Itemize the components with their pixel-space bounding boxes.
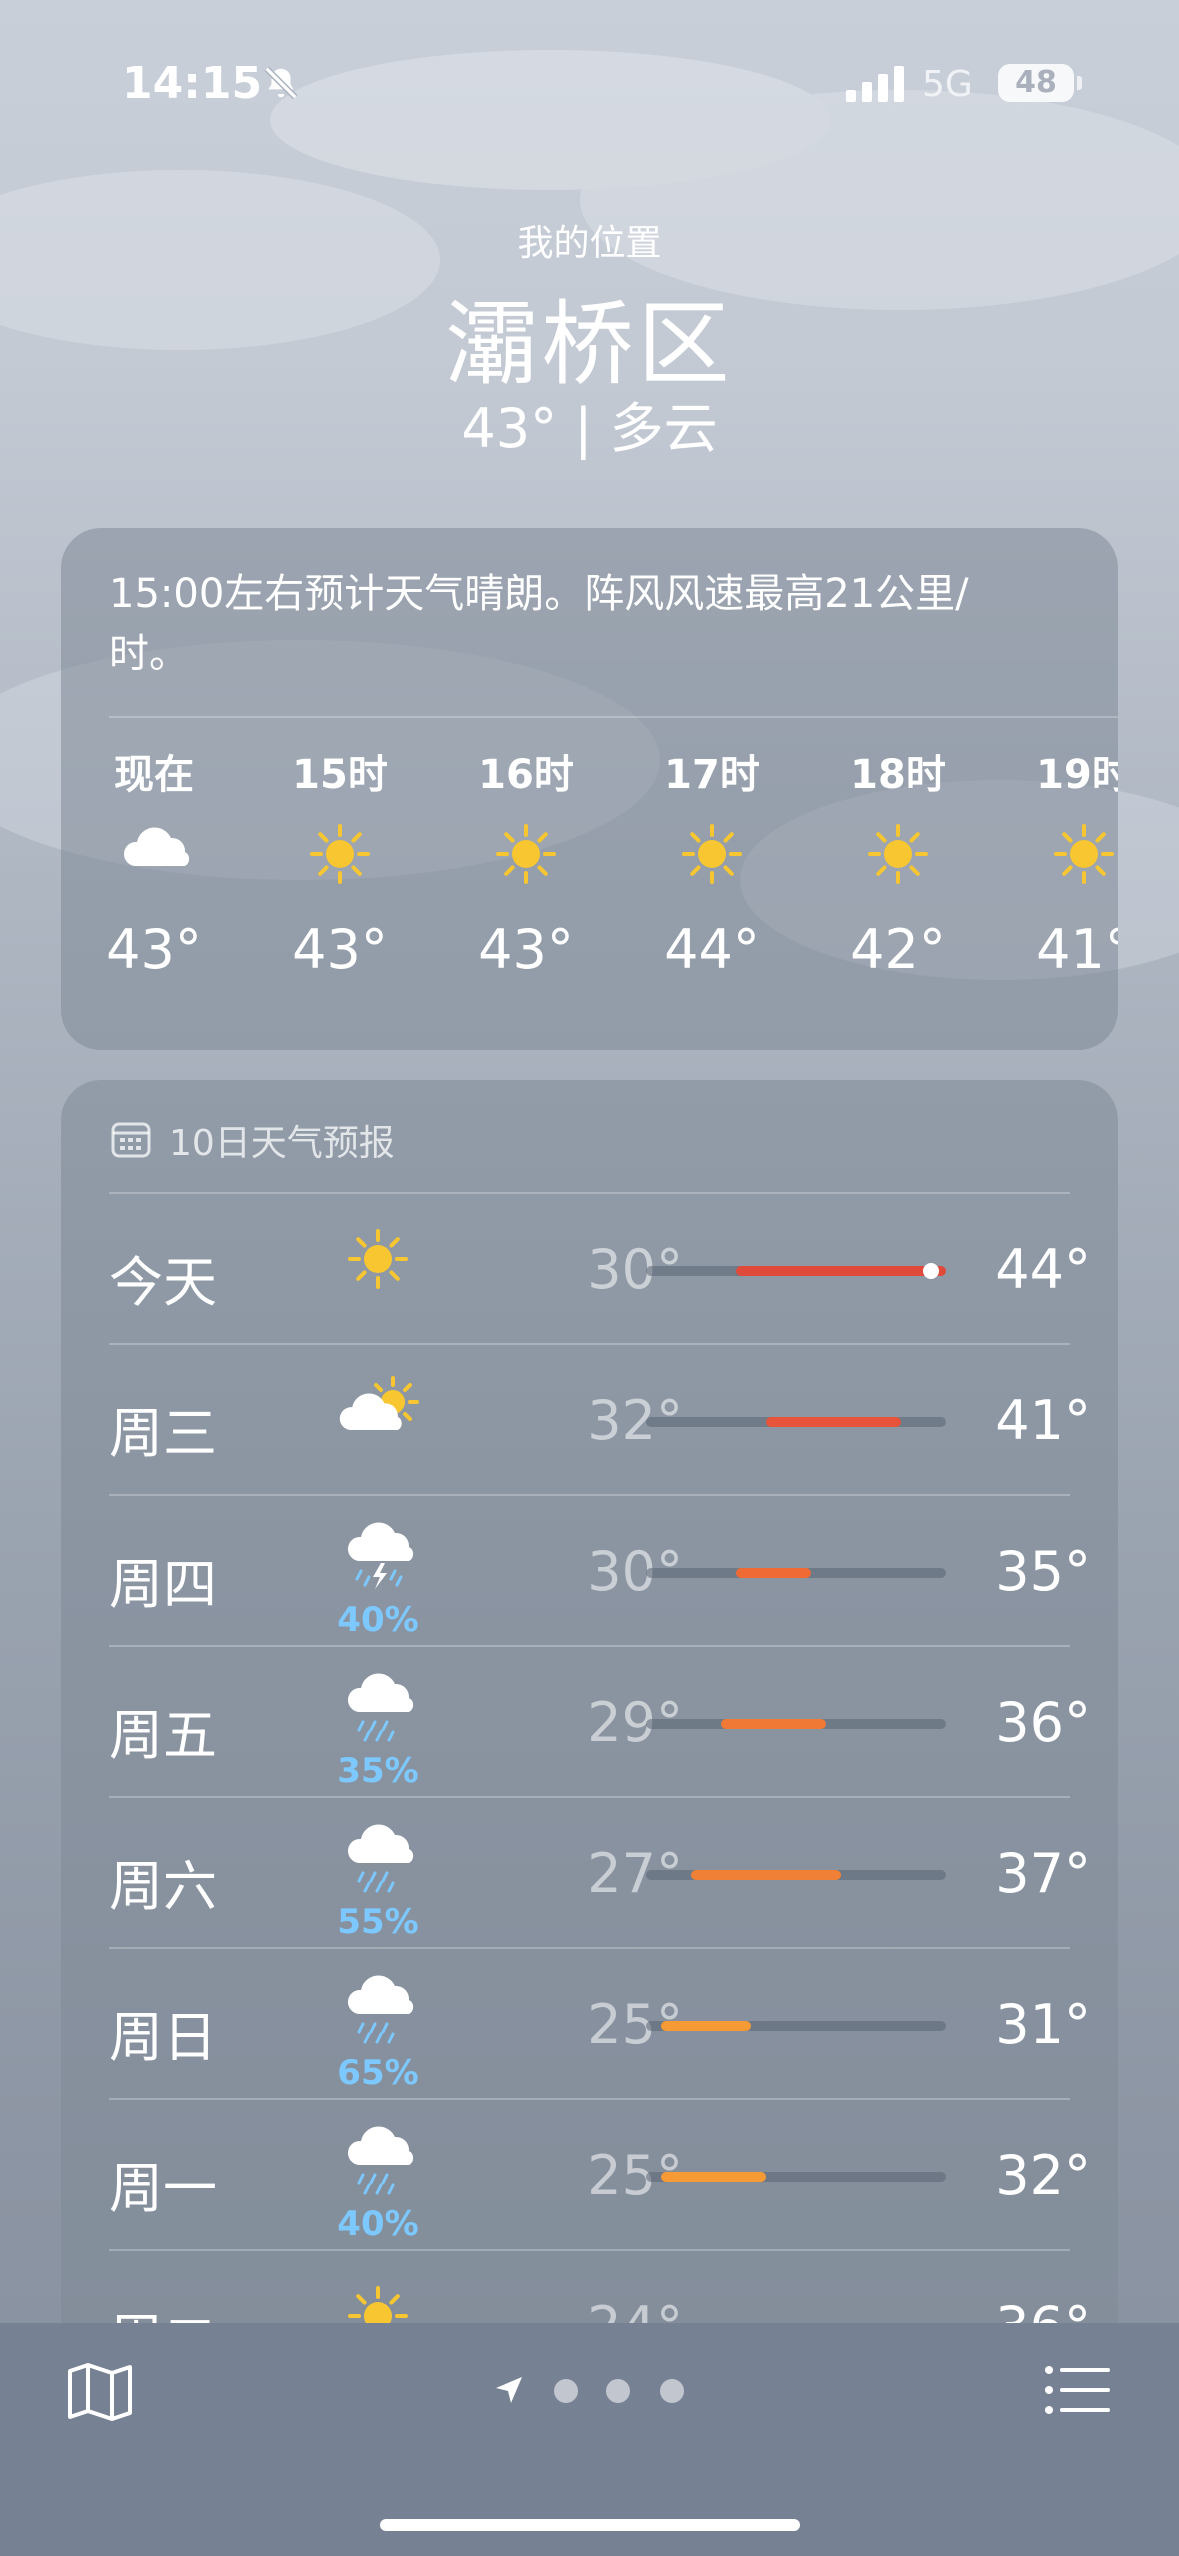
page-dot[interactable] bbox=[554, 2379, 578, 2403]
rain-icon bbox=[347, 2126, 414, 2195]
hour-label: 17时 bbox=[664, 752, 760, 798]
hour-label: 16时 bbox=[478, 752, 574, 798]
hour-temp: 43° bbox=[292, 918, 388, 981]
sun-icon bbox=[348, 1229, 408, 1289]
high-temp: 32° bbox=[995, 2144, 1091, 2207]
day-label: 周六 bbox=[109, 1855, 217, 1918]
daily-row[interactable]: 周六 55% 27° 37° bbox=[61, 1798, 1118, 1949]
high-temp: 35° bbox=[995, 1540, 1091, 1603]
hour-temp: 44° bbox=[664, 918, 760, 981]
current-conditions: 43° | 多云 bbox=[461, 397, 718, 460]
precip-chance: 40% bbox=[337, 2204, 419, 2244]
calendar-icon bbox=[111, 1122, 151, 1158]
precip-chance: 40% bbox=[337, 1600, 419, 1640]
day-label: 周四 bbox=[109, 1553, 217, 1616]
temp-range-bar bbox=[646, 1417, 946, 1427]
hourly-item: 19时 41° bbox=[1019, 742, 1118, 981]
page-dot[interactable] bbox=[606, 2379, 630, 2403]
temp-range-bar bbox=[646, 1568, 946, 1578]
daily-title: 10日天气预报 bbox=[169, 1123, 395, 1164]
hour-label: 18时 bbox=[850, 752, 946, 798]
map-icon[interactable] bbox=[66, 2361, 134, 2423]
sun-icon bbox=[682, 824, 742, 884]
sun-icon bbox=[1054, 824, 1114, 884]
hour-label: 15时 bbox=[292, 752, 388, 798]
home-indicator bbox=[380, 2519, 800, 2531]
hour-temp: 41° bbox=[1036, 918, 1118, 981]
hourly-forecast-card[interactable]: 15:00左右预计天气晴朗。阵风风速最高21公里/时。 现在 43° 15时 43° 1… bbox=[61, 528, 1118, 1050]
daily-row[interactable]: 周三 32° 41° bbox=[61, 1345, 1118, 1496]
thunderstorm-icon bbox=[347, 1522, 414, 1589]
precip-chance: 65% bbox=[337, 2053, 419, 2093]
bottom-toolbar bbox=[0, 2323, 1179, 2556]
rain-icon bbox=[347, 1824, 414, 1893]
daily-row[interactable]: 周五 35% 29° 36° bbox=[61, 1647, 1118, 1798]
temp-range-bar bbox=[646, 1719, 946, 1729]
current-temp-dot bbox=[923, 1263, 939, 1279]
hour-label: 现在 bbox=[114, 752, 194, 798]
high-temp: 37° bbox=[995, 1842, 1091, 1905]
partly-cloudy-icon bbox=[339, 1376, 419, 1430]
high-temp: 31° bbox=[995, 1993, 1091, 2056]
temp-range-bar bbox=[646, 1870, 946, 1880]
sun-icon bbox=[310, 824, 370, 884]
daily-row[interactable]: 周四 40% 30° 35° bbox=[61, 1496, 1118, 1647]
status-time: 14:15 bbox=[122, 58, 263, 109]
divider bbox=[109, 716, 1118, 718]
temp-range-fill bbox=[736, 1568, 811, 1578]
battery-level: 48 bbox=[1015, 65, 1057, 100]
hourly-item: 现在 43° bbox=[89, 742, 219, 981]
hourly-item: 17时 44° bbox=[647, 742, 777, 981]
temp-range-bar bbox=[646, 2172, 946, 2182]
temp-range-bar bbox=[646, 2021, 946, 2031]
temp-range-fill bbox=[661, 2172, 766, 2182]
cloud-icon bbox=[123, 827, 190, 866]
rain-icon bbox=[347, 1673, 414, 1742]
list-icon[interactable] bbox=[1044, 2365, 1110, 2415]
hour-temp: 42° bbox=[850, 918, 946, 981]
day-label: 周五 bbox=[109, 1704, 217, 1767]
temp-range-bar bbox=[646, 1263, 946, 1279]
temp-range-fill bbox=[736, 1266, 946, 1276]
high-temp: 44° bbox=[995, 1238, 1091, 1301]
hour-label: 19时 bbox=[1036, 752, 1118, 798]
forecast-summary: 15:00左右预计天气晴朗。阵风风速最高21公里/时。 bbox=[109, 571, 969, 677]
hourly-item: 15时 43° bbox=[275, 742, 405, 981]
day-label: 周三 bbox=[109, 1402, 217, 1465]
status-bar: 14:15 5G 48 bbox=[0, 58, 1179, 118]
location-arrow-icon[interactable] bbox=[494, 2375, 524, 2405]
hour-temp: 43° bbox=[478, 918, 574, 981]
temp-range-fill bbox=[766, 1417, 901, 1427]
day-label: 周一 bbox=[109, 2157, 217, 2220]
hourly-item: 16时 43° bbox=[461, 742, 591, 981]
precip-chance: 35% bbox=[337, 1751, 419, 1791]
temp-range-fill bbox=[691, 1870, 841, 1880]
daily-row[interactable]: 今天 30° 44° bbox=[61, 1194, 1118, 1345]
rain-icon bbox=[347, 1975, 414, 2044]
daily-row[interactable]: 周一 40% 25° 32° bbox=[61, 2100, 1118, 2251]
sun-icon bbox=[868, 824, 928, 884]
high-temp: 36° bbox=[995, 1691, 1091, 1754]
day-label: 周日 bbox=[109, 2006, 217, 2069]
hour-temp: 43° bbox=[106, 918, 202, 981]
precip-chance: 55% bbox=[337, 1902, 419, 1942]
battery-tip bbox=[1077, 76, 1082, 90]
location-label: 我的位置 bbox=[517, 223, 662, 264]
sun-icon bbox=[496, 824, 556, 884]
bell-slash-icon bbox=[264, 66, 298, 100]
signal-icon bbox=[846, 66, 904, 102]
day-label: 今天 bbox=[109, 1251, 217, 1314]
page-dot[interactable] bbox=[660, 2379, 684, 2403]
network-type: 5G bbox=[922, 64, 973, 105]
temp-range-fill bbox=[721, 1719, 826, 1729]
daily-row[interactable]: 周日 65% 25° 31° bbox=[61, 1949, 1118, 2100]
hourly-item: 18时 42° bbox=[833, 742, 963, 981]
battery-icon: 48 bbox=[998, 64, 1074, 102]
temp-range-fill bbox=[661, 2021, 751, 2031]
high-temp: 41° bbox=[995, 1389, 1091, 1452]
